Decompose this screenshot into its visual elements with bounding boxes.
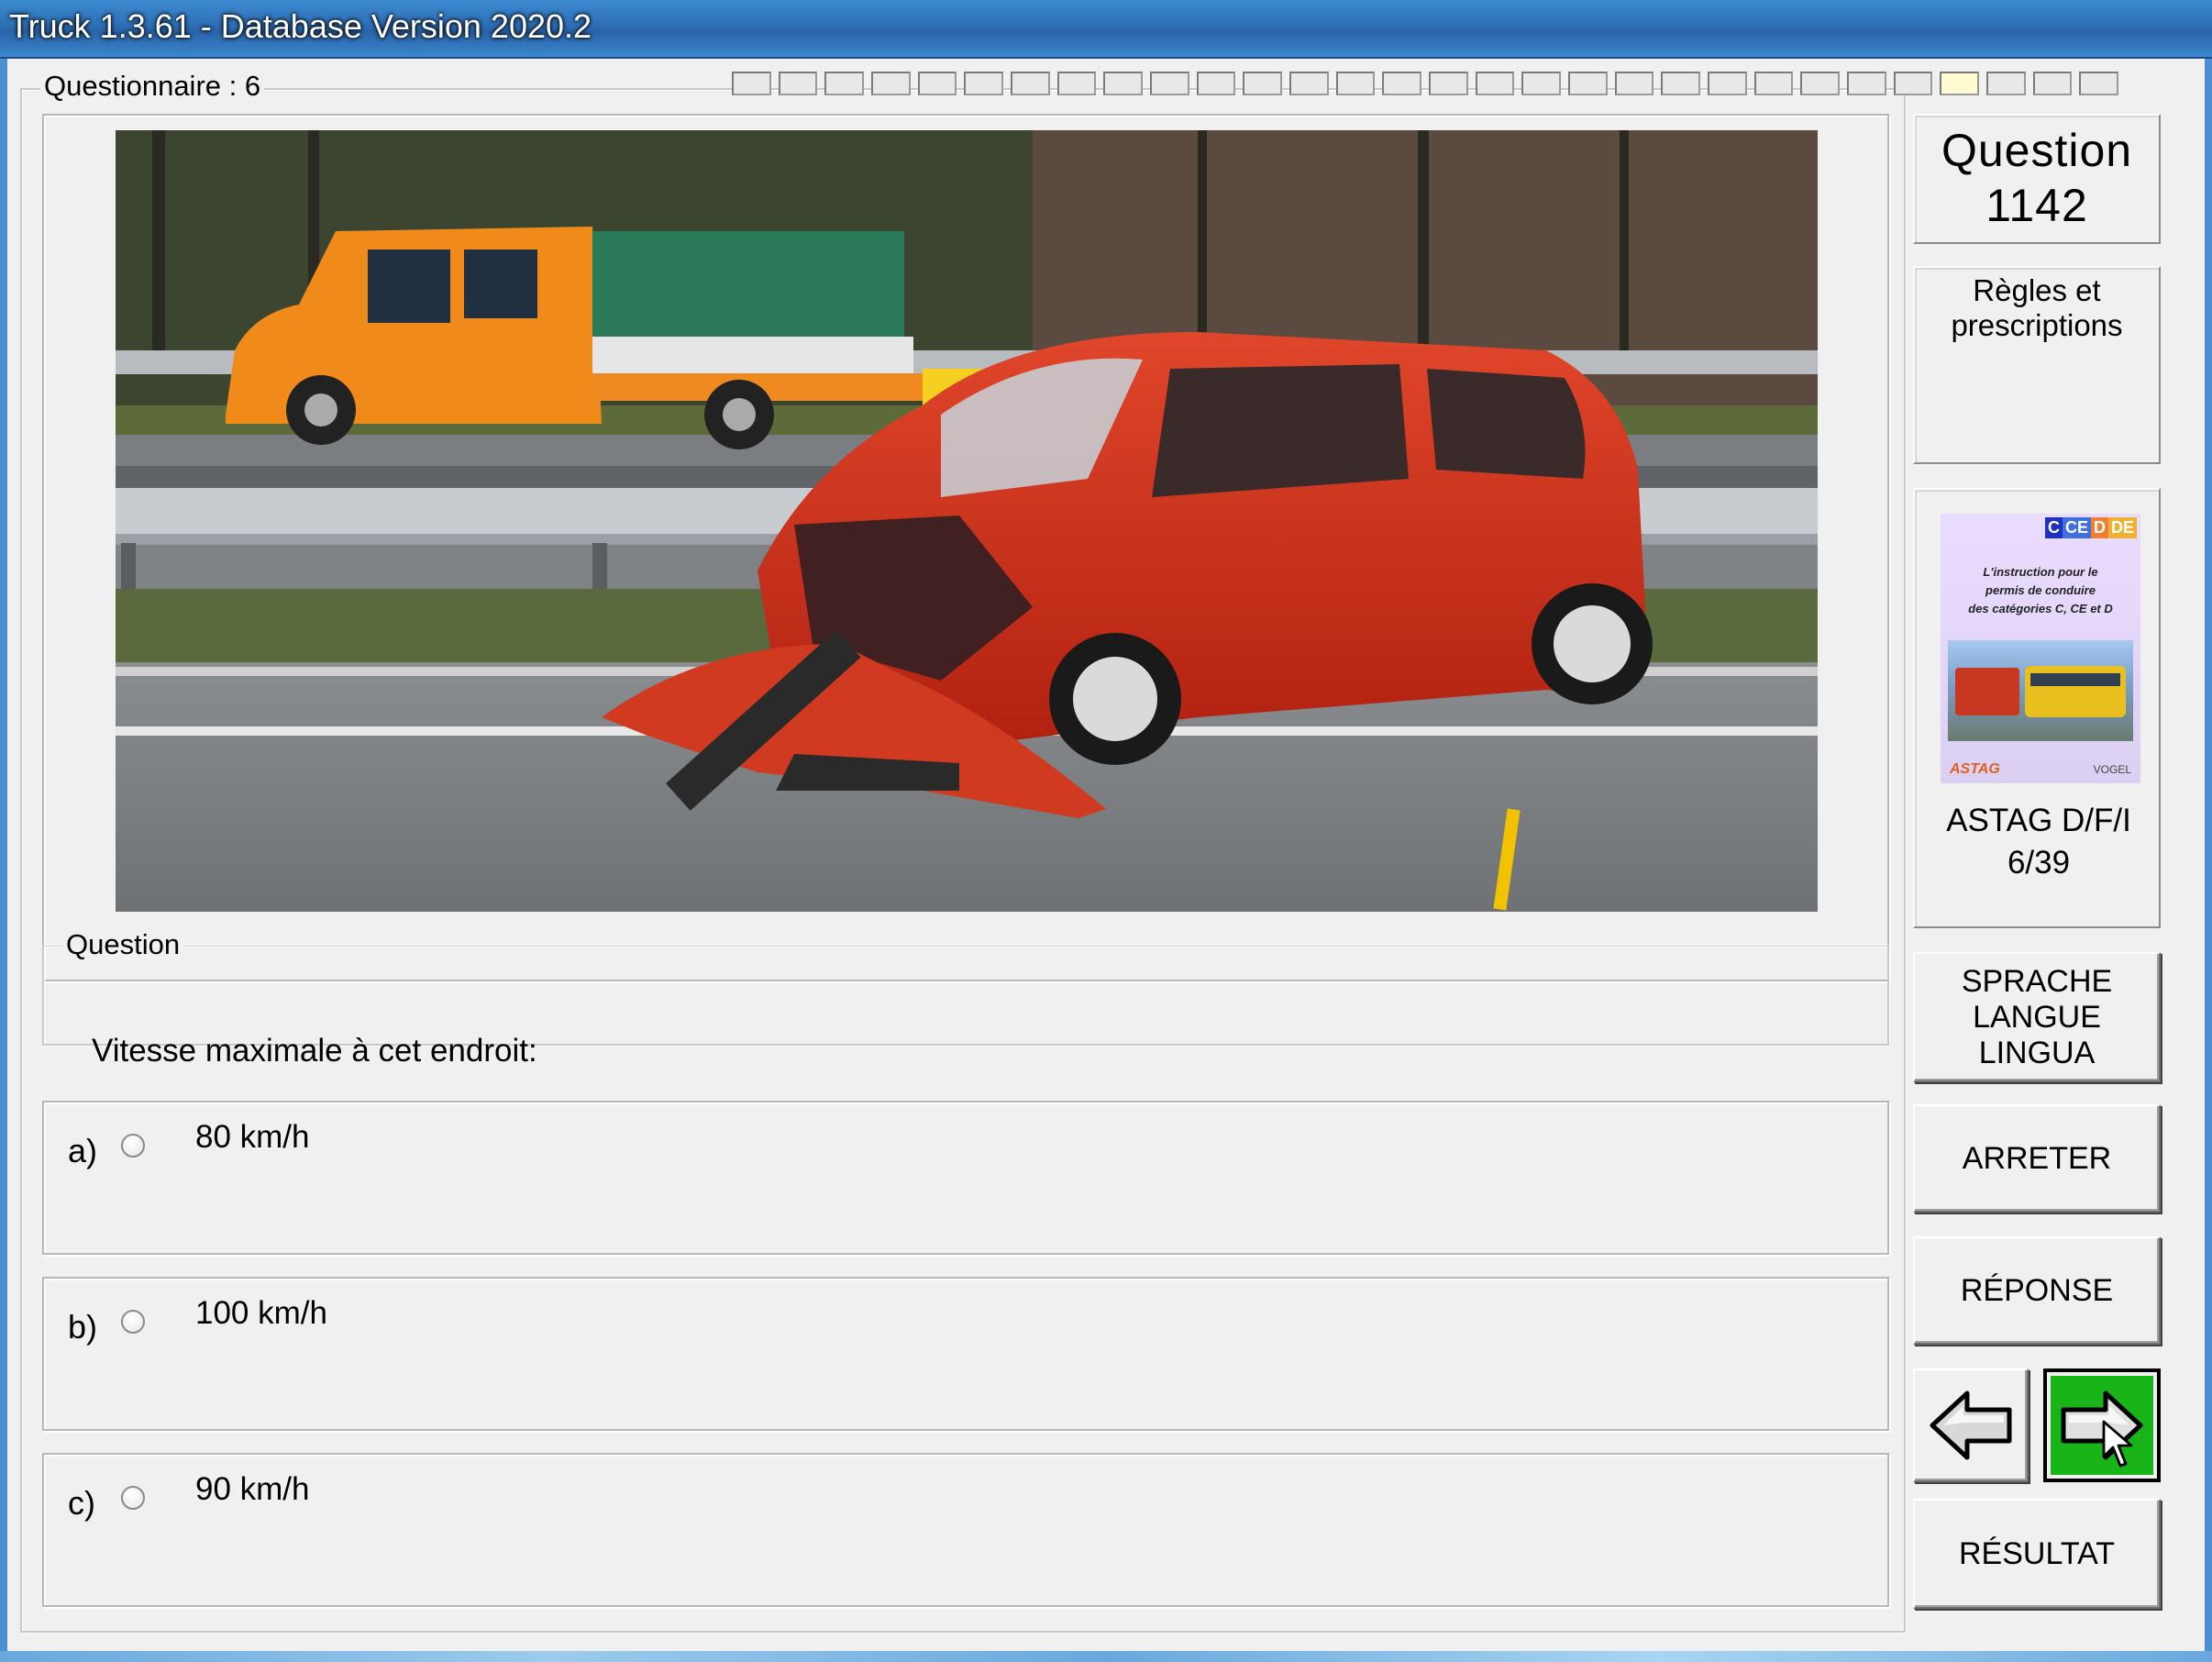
book-box: C CE D DE L'instruction pour le permis d…: [1913, 488, 2161, 928]
progress-segment: [1568, 72, 1608, 95]
question-text: Vitesse maximale à cet endroit:: [92, 1033, 537, 1069]
answer-a-text[interactable]: 80 km/h: [195, 1119, 310, 1156]
language-line2: LANGUE: [1973, 999, 2101, 1035]
stop-button[interactable]: ARRETER: [1913, 1104, 2161, 1213]
next-button[interactable]: [2043, 1368, 2161, 1482]
book-cover-line1: L'instruction pour le: [1983, 565, 2098, 579]
question-group-label: Question: [62, 928, 184, 961]
window-title: Truck 1.3.61 - Database Version 2020.2: [9, 7, 592, 45]
answer-b-radio[interactable]: [121, 1310, 145, 1334]
progress-segment: [824, 72, 865, 95]
language-line3: LINGUA: [1978, 1035, 2096, 1070]
arrow-left-icon: [1930, 1391, 2012, 1460]
answer-c-text[interactable]: 90 km/h: [195, 1471, 310, 1508]
answer-button[interactable]: RÉPONSE: [1913, 1236, 2161, 1345]
progress-segment: [778, 72, 818, 95]
bus-window-band: [2030, 673, 2120, 686]
progress-segment: [1335, 72, 1376, 95]
progress-segment: [1103, 72, 1144, 95]
question-number: 1142: [1985, 180, 2088, 231]
progress-segment: [1893, 72, 1933, 95]
book-cover-line3: des catégories C, CE et D: [1968, 602, 2113, 615]
progress-segment: [1382, 72, 1422, 95]
progress-segment: [1196, 72, 1236, 95]
result-button[interactable]: RÉSULTAT: [1913, 1499, 2161, 1609]
progress-segment: [1150, 72, 1189, 95]
progress-segment: [732, 72, 771, 95]
progress-segment: [871, 72, 911, 95]
book-pages: 6/39: [2007, 845, 2071, 881]
progress-segment: [1289, 72, 1329, 95]
language-button[interactable]: SPRACHE LANGUE LINGUA: [1913, 952, 2161, 1082]
answer-a-radio[interactable]: [121, 1134, 145, 1158]
answer-a-panel[interactable]: [42, 1101, 1889, 1255]
progress-segment: [2079, 72, 2119, 95]
progress-segment: [1940, 72, 1980, 95]
badge-d: D: [2090, 517, 2108, 538]
questionnaire-label: Questionnaire : 6: [40, 70, 265, 103]
answer-a-letter: a): [68, 1132, 98, 1169]
progress-segment: [1429, 72, 1468, 95]
title-bar: Truck 1.3.61 - Database Version 2020.2: [0, 0, 2212, 59]
crash-scene-illustration: [116, 130, 1818, 912]
book-cover-picture: [1948, 640, 2133, 741]
publisher-left: ASTAG: [1950, 761, 2000, 777]
window-frame-right: [2205, 59, 2212, 1662]
answer-c-radio[interactable]: [121, 1486, 145, 1510]
progress-segment: [964, 72, 1004, 95]
category-line1: Règles et: [1973, 273, 2101, 307]
progress-segment: [2032, 72, 2073, 95]
badge-de: DE: [2107, 517, 2137, 538]
answer-c-panel[interactable]: [42, 1453, 1889, 1607]
question-box: [42, 945, 1889, 1046]
window-frame-left: [0, 59, 7, 1662]
previous-button[interactable]: [1913, 1368, 2029, 1482]
progress-segment: [1708, 72, 1747, 95]
progress-segment: [1011, 72, 1050, 95]
progress-segment: [1800, 72, 1841, 95]
progress-segment: [1753, 72, 1794, 95]
truck-shape: [1955, 668, 2019, 715]
questionnaire-progress: [732, 72, 2126, 95]
progress-segment: [1056, 72, 1097, 95]
book-cover-line2: permis de conduire: [1985, 583, 2096, 597]
progress-segment: [917, 72, 957, 95]
progress-segment: [1243, 72, 1283, 95]
progress-segment: [1475, 72, 1515, 95]
next-button-face: [2051, 1376, 2153, 1475]
question-number-box: Question 1142: [1913, 114, 2161, 244]
question-label: Question: [1941, 125, 2133, 176]
book-cover-text: L'instruction pour le permis de conduire…: [1941, 563, 2140, 618]
answer-b-letter: b): [68, 1308, 98, 1346]
book-source: ASTAG D/F/I: [1946, 803, 2131, 838]
progress-segment: [1986, 72, 2026, 95]
badge-c: C: [2044, 517, 2063, 538]
progress-segment: [1847, 72, 1886, 95]
answer-b-text[interactable]: 100 km/h: [195, 1295, 327, 1332]
progress-segment: [1661, 72, 1701, 95]
progress-segment: [1614, 72, 1654, 95]
book-cover: C CE D DE L'instruction pour le permis d…: [1941, 514, 2140, 783]
category-badges: C CE D DE: [2044, 517, 2137, 538]
language-line1: SPRACHE: [1961, 963, 2113, 999]
badge-ce: CE: [2062, 517, 2091, 538]
progress-segment: [1521, 72, 1562, 95]
category-box: Règles et prescriptions: [1913, 266, 2161, 464]
category-line2: prescriptions: [1951, 308, 2123, 342]
mouse-cursor-icon: [2102, 1420, 2133, 1468]
question-photo: [116, 130, 1818, 912]
window-frame-bottom: [0, 1651, 2212, 1662]
publisher-right: VOGEL: [2093, 763, 2131, 776]
answer-c-letter: c): [68, 1484, 95, 1522]
